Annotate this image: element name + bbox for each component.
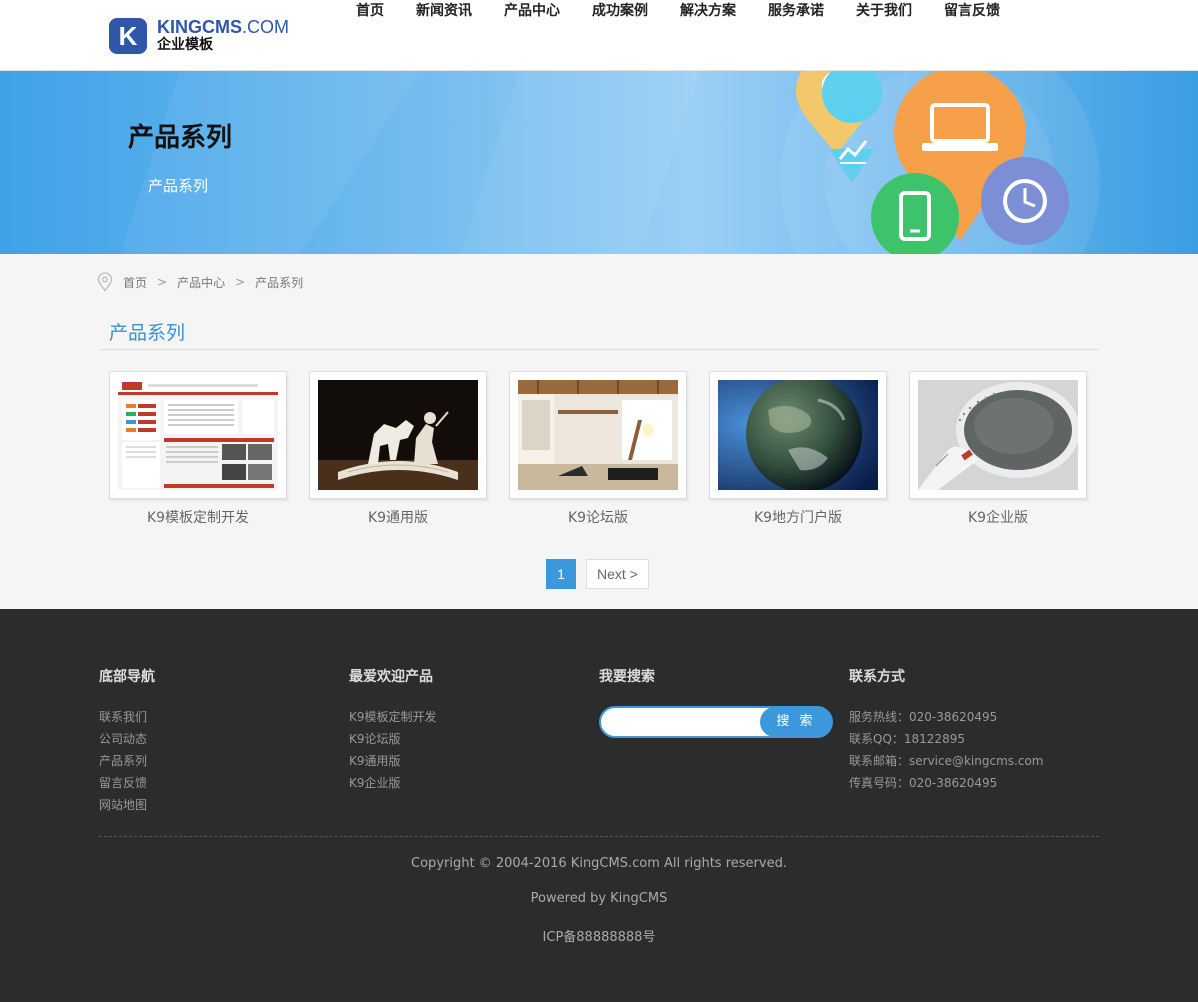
breadcrumb-current[interactable]: 产品系列 xyxy=(255,274,303,291)
breadcrumb-separator: > xyxy=(157,275,168,289)
nav-item-service[interactable]: 服务承诺 xyxy=(752,0,840,71)
banner-title: 产品系列 xyxy=(128,123,233,153)
product-card: K9企业版 xyxy=(909,371,1087,527)
footer-search-button[interactable]: 搜 索 xyxy=(760,707,832,737)
nav-item-about[interactable]: 关于我们 xyxy=(840,0,928,71)
footer-search-column: 我要搜索 搜 索 xyxy=(599,666,833,738)
nav-item-cases[interactable]: 成功案例 xyxy=(576,0,664,71)
nav-item-feedback[interactable]: 留言反馈 xyxy=(928,0,1016,71)
product-thumbnail[interactable] xyxy=(509,371,687,499)
footer-popular-link[interactable]: K9论坛版 xyxy=(349,728,437,750)
site-footer: 底部导航 联系我们 公司动态 产品系列 留言反馈 网站地图 最爱欢迎产品 K9模… xyxy=(0,609,1198,1002)
product-card: K9论坛版 xyxy=(509,371,687,527)
banner-illustration xyxy=(796,71,1069,254)
footer-search-box: 搜 索 xyxy=(599,706,833,738)
footer-contact-column: 联系方式 服务热线：020-38620495 联系QQ：18122895 联系邮… xyxy=(849,666,1043,794)
pagination: 1 Next > xyxy=(546,559,649,589)
breadcrumb-separator: > xyxy=(235,275,246,289)
nav-item-home[interactable]: 首页 xyxy=(340,0,400,71)
product-name[interactable]: K9企业版 xyxy=(909,507,1087,527)
page-banner: 产品系列 产品系列 xyxy=(0,71,1198,254)
footer-popular-title: 最爱欢迎产品 xyxy=(349,669,433,685)
breadcrumb-products[interactable]: 产品中心 xyxy=(177,274,225,291)
product-thumbnail[interactable] xyxy=(309,371,487,499)
product-name[interactable]: K9模板定制开发 xyxy=(109,507,287,527)
footer-popular-link[interactable]: K9通用版 xyxy=(349,750,437,772)
footer-search-input[interactable] xyxy=(609,711,759,733)
product-card: K9模板定制开发 xyxy=(109,371,287,527)
clock-bubble-icon xyxy=(981,157,1069,245)
section-divider xyxy=(99,349,1099,350)
webpage-screenshot-image xyxy=(118,380,278,490)
logo-brand-name: KINGCMS xyxy=(157,17,242,37)
footer-nav-column: 底部导航 联系我们 公司动态 产品系列 留言反馈 网站地图 xyxy=(99,666,155,816)
site-logo[interactable]: K KINGCMS.COM 企业模板 xyxy=(109,18,289,54)
product-thumbnail[interactable] xyxy=(909,371,1087,499)
logo-subtitle: 企业模板 xyxy=(157,37,213,53)
footer-powered-by: Powered by KingCMS xyxy=(530,891,668,906)
footer-link-news[interactable]: 公司动态 xyxy=(99,728,155,750)
footer-popular-link[interactable]: K9企业版 xyxy=(349,772,437,794)
contact-fax: 传真号码：020-38620495 xyxy=(849,776,998,790)
footer-popular-link[interactable]: K9模板定制开发 xyxy=(349,706,437,728)
logo-text: KINGCMS.COM 企业模板 xyxy=(157,18,289,54)
product-name[interactable]: K9论坛版 xyxy=(509,507,687,527)
next-page-button[interactable]: Next > xyxy=(586,559,649,589)
product-thumbnail[interactable] xyxy=(109,371,287,499)
footer-link-sitemap[interactable]: 网站地图 xyxy=(99,794,155,816)
logo-k-icon: K xyxy=(109,18,147,54)
page-number-current[interactable]: 1 xyxy=(546,559,576,589)
footer-popular-column: 最爱欢迎产品 K9模板定制开发 K9论坛版 K9通用版 K9企业版 xyxy=(349,666,437,794)
paper-horse-book-image xyxy=(318,380,478,490)
footer-search-title: 我要搜索 xyxy=(599,669,655,685)
product-thumbnail[interactable] xyxy=(709,371,887,499)
logo-brand: KINGCMS.COM xyxy=(157,18,289,36)
nav-item-solutions[interactable]: 解决方案 xyxy=(664,0,752,71)
product-card: K9通用版 xyxy=(309,371,487,527)
footer-icp: ICP备88888888号 xyxy=(542,930,656,945)
contact-hotline: 服务热线：020-38620495 xyxy=(849,710,998,724)
footer-copyright: Copyright © 2004-2016 KingCMS.com All ri… xyxy=(411,856,787,871)
banner-subtitle: 产品系列 xyxy=(148,177,209,195)
footer-link-feedback[interactable]: 留言反馈 xyxy=(99,772,155,794)
contact-qq: 联系QQ：18122895 xyxy=(849,732,965,746)
logo-brand-domain: .COM xyxy=(242,17,289,37)
contact-email: 联系邮箱：service@kingcms.com xyxy=(849,754,1044,768)
footer-nav-title: 底部导航 xyxy=(99,669,155,685)
site-header: K KINGCMS.COM 企业模板 首页 新闻资讯 产品中心 成功案例 解决方… xyxy=(0,0,1198,71)
product-name[interactable]: K9通用版 xyxy=(309,507,487,527)
nav-item-products[interactable]: 产品中心 xyxy=(488,0,576,71)
footer-link-products[interactable]: 产品系列 xyxy=(99,750,155,772)
earth-globe-image xyxy=(718,380,878,490)
footer-contact-title: 联系方式 xyxy=(849,669,905,685)
product-card: K9地方门户版 xyxy=(709,371,887,527)
footer-link-contact[interactable]: 联系我们 xyxy=(99,706,155,728)
interior-loft-image xyxy=(518,380,678,490)
section-title: 产品系列 xyxy=(109,322,186,344)
nav-item-news[interactable]: 新闻资讯 xyxy=(400,0,488,71)
footer-divider xyxy=(99,836,1099,837)
frying-pan-image xyxy=(918,380,1078,490)
location-pin-icon xyxy=(97,272,113,292)
product-name[interactable]: K9地方门户版 xyxy=(709,507,887,527)
breadcrumb-home[interactable]: 首页 xyxy=(123,274,147,291)
breadcrumb: 首页 > 产品中心 > 产品系列 xyxy=(97,272,303,292)
main-nav: 首页 新闻资讯 产品中心 成功案例 解决方案 服务承诺 关于我们 留言反馈 xyxy=(340,0,1016,71)
